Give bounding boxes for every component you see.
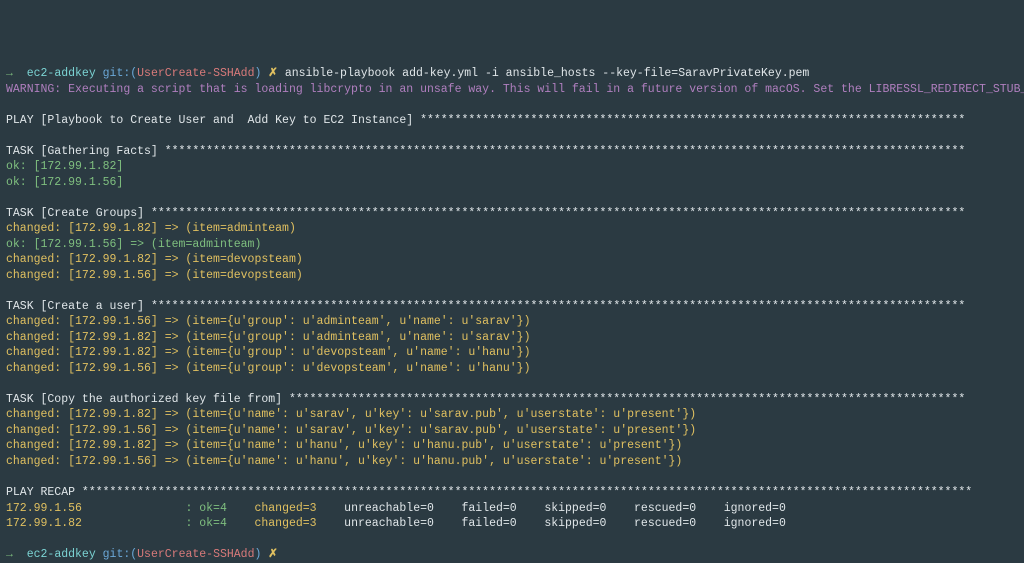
- warning-line: WARNING: Executing a script that is load…: [6, 83, 1024, 96]
- recap-rest: unreachable=0 failed=0 skipped=0 rescued…: [337, 517, 786, 530]
- changed-line: changed: [172.99.1.82]: [6, 253, 158, 266]
- git-label: git:(: [103, 67, 138, 80]
- prompt-arrow: →: [6, 67, 13, 80]
- recap-host: 172.99.1.56: [6, 502, 185, 515]
- task-user-header: TASK [Create a user]: [6, 300, 151, 313]
- recap-ok: : ok=4: [185, 502, 247, 515]
- changed-line: changed: [172.99.1.82]: [6, 439, 158, 452]
- dirty-icon: ✗: [268, 548, 278, 561]
- item-detail: => (item={u'name': u'hanu', u'key': u'ha…: [158, 455, 683, 468]
- item-detail: => (item={u'group': u'adminteam', u'name…: [158, 331, 531, 344]
- git-branch: UserCreate-SSHAdd: [137, 548, 254, 561]
- ok-line: ok: [172.99.1.56]: [6, 176, 123, 189]
- changed-line: changed: [172.99.1.56]: [6, 424, 158, 437]
- recap-changed: changed=3: [248, 517, 338, 530]
- item-detail: => (item=adminteam): [123, 238, 261, 251]
- item-detail: => (item={u'group': u'devopsteam', u'nam…: [158, 346, 531, 359]
- dirty-icon: ✗: [268, 67, 278, 80]
- ok-line: ok: [172.99.1.56]: [6, 238, 123, 251]
- prompt-folder: ec2-addkey: [27, 67, 96, 80]
- recap-header: PLAY RECAP: [6, 486, 82, 499]
- item-detail: => (item={u'group': u'adminteam', u'name…: [158, 315, 531, 328]
- play-header: PLAY [Playbook to Create User and Add Ke…: [6, 114, 420, 127]
- changed-line: changed: [172.99.1.82]: [6, 331, 158, 344]
- git-label: git:(: [103, 548, 138, 561]
- recap-ok: : ok=4: [185, 517, 247, 530]
- prompt-arrow: →: [6, 548, 13, 561]
- recap-rest: unreachable=0 failed=0 skipped=0 rescued…: [337, 502, 786, 515]
- changed-line: changed: [172.99.1.82]: [6, 222, 158, 235]
- recap-changed: changed=3: [248, 502, 338, 515]
- command-text: ansible-playbook add-key.yml -i ansible_…: [285, 67, 810, 80]
- task-groups-header: TASK [Create Groups]: [6, 207, 151, 220]
- git-close: ): [254, 548, 261, 561]
- item-detail: => (item={u'name': u'hanu', u'key': u'ha…: [158, 439, 683, 452]
- item-detail: => (item={u'group': u'devopsteam', u'nam…: [158, 362, 531, 375]
- changed-line: changed: [172.99.1.56]: [6, 269, 158, 282]
- stars: ****************************************…: [165, 145, 966, 158]
- play-stars: ****************************************…: [420, 114, 965, 127]
- item-detail: => (item=devopsteam): [158, 269, 303, 282]
- changed-line: changed: [172.99.1.56]: [6, 315, 158, 328]
- changed-line: changed: [172.99.1.56]: [6, 362, 158, 375]
- stars: ****************************************…: [151, 207, 965, 220]
- prompt-folder: ec2-addkey: [27, 548, 96, 561]
- stars: ****************************************…: [289, 393, 965, 406]
- item-detail: => (item=devopsteam): [158, 253, 303, 266]
- item-detail: => (item={u'name': u'sarav', u'key': u's…: [158, 424, 696, 437]
- recap-host: 172.99.1.82: [6, 517, 185, 530]
- stars: ****************************************…: [151, 300, 965, 313]
- item-detail: => (item={u'name': u'sarav', u'key': u's…: [158, 408, 696, 421]
- changed-line: changed: [172.99.1.56]: [6, 455, 158, 468]
- changed-line: changed: [172.99.1.82]: [6, 408, 158, 421]
- terminal-output: → ec2-addkey git:(UserCreate-SSHAdd) ✗ a…: [6, 67, 1024, 561]
- changed-line: changed: [172.99.1.82]: [6, 346, 158, 359]
- item-detail: => (item=adminteam): [158, 222, 296, 235]
- ok-line: ok: [172.99.1.82]: [6, 160, 123, 173]
- task-gathering-header: TASK [Gathering Facts]: [6, 145, 165, 158]
- stars: ****************************************…: [82, 486, 972, 499]
- git-branch: UserCreate-SSHAdd: [137, 67, 254, 80]
- task-copy-header: TASK [Copy the authorized key file from]: [6, 393, 289, 406]
- git-close: ): [254, 67, 261, 80]
